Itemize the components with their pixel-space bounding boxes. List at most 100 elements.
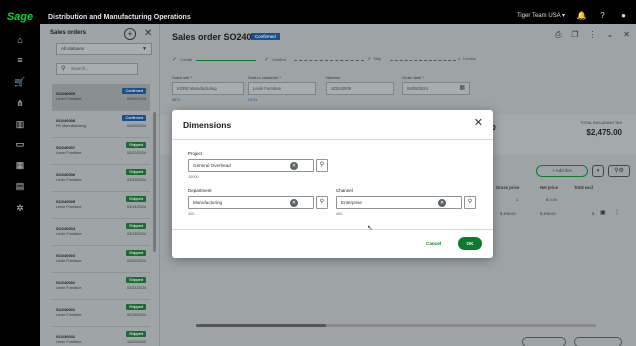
search-placeholder: Search...: [71, 66, 90, 71]
expand-icon[interactable]: ⌄: [607, 30, 614, 40]
order-list-item[interactable]: SO230032 Lenin Furniture Shipped 12/20/2023: [52, 327, 150, 346]
copy-icon[interactable]: ❐: [571, 30, 578, 40]
close-icon[interactable]: ✕: [623, 30, 630, 40]
add-line-button[interactable]: + Add line: [536, 165, 588, 177]
order-date-field[interactable]: 04/09/2024 ▦: [402, 82, 470, 95]
project-lookup-button[interactable]: ⚲: [316, 159, 328, 172]
bottom-action-button[interactable]: [574, 337, 622, 346]
home-icon[interactable]: ⌂: [14, 34, 26, 46]
mouse-cursor-icon: ↖: [367, 225, 373, 232]
inventory-icon[interactable]: ▦: [14, 159, 26, 171]
order-number: SO240007: [56, 145, 76, 150]
department-label: Department: [188, 188, 212, 193]
step-create: ✓ Create: [172, 56, 192, 63]
order-date-value: 04/09/2024: [407, 86, 428, 91]
filter-settings-button[interactable]: ⚲⚙: [608, 165, 630, 177]
project-field[interactable]: General Overhead ✕: [188, 159, 314, 172]
department-value: Manufacturing: [193, 200, 223, 205]
document-icon[interactable]: ▭: [14, 138, 26, 150]
order-customer: Lenin Furniture: [56, 313, 82, 317]
number-field[interactable]: SO240009: [326, 82, 394, 95]
sales-site-link[interactable]: MFG: [172, 98, 180, 102]
bottom-action-button[interactable]: [522, 337, 566, 346]
channel-lookup-button[interactable]: ⚲: [464, 196, 476, 209]
grid-header-gross-price[interactable]: Gross price: [496, 185, 519, 190]
department-field[interactable]: Manufacturing ✕: [188, 196, 314, 209]
top-right-tools: Tiger Team USA ▾ 🔔 ? ●: [517, 11, 628, 20]
order-status-badge: Confirmed: [122, 115, 146, 121]
scrollbar-thumb[interactable]: [196, 324, 326, 327]
user-avatar-icon[interactable]: ●: [619, 11, 628, 20]
total-incl-tax-value: $2,475.00: [586, 128, 622, 137]
order-list-item[interactable]: SO240008 PK Manufacturing Confirmed 04/09/2…: [52, 111, 150, 138]
order-list-item[interactable]: SO240006 Lenin Furniture Shipped 03/19/2024: [52, 165, 150, 192]
order-status-badge: Shipped: [126, 142, 146, 148]
clear-icon[interactable]: ✕: [438, 199, 446, 207]
grid-header-net-price[interactable]: Net price: [540, 185, 558, 190]
order-date: 03/02/2024: [126, 259, 146, 263]
order-list-item[interactable]: SO240005 Lenin Furniture Shipped 03/14/2024: [52, 192, 150, 219]
grid-cell[interactable]: $: [592, 211, 594, 216]
order-number: SO240002: [56, 280, 76, 285]
step-ship: 3 Ship: [368, 56, 382, 61]
order-list-scrollbar[interactable]: [153, 112, 156, 252]
grid-header-total-excl[interactable]: Total excl: [574, 185, 593, 190]
clear-icon[interactable]: ✕: [290, 162, 298, 170]
grid-cell[interactable]: $ 495.00: [540, 211, 556, 216]
grid-cell[interactable]: 1: [516, 197, 518, 202]
menu-icon[interactable]: ≡: [14, 54, 26, 66]
order-date: 02/21/2024: [126, 286, 146, 290]
channel-field[interactable]: Enterprise ✕: [336, 196, 462, 209]
add-line-dropdown-button[interactable]: ▾: [592, 165, 604, 177]
sold-to-link[interactable]: LEO1: [248, 98, 258, 102]
order-list-item[interactable]: SO240002 Lenin Furniture Shipped 02/21/2024: [52, 273, 150, 300]
order-date: 02/15/2024: [126, 313, 146, 317]
close-panel-icon[interactable]: ✕: [144, 28, 152, 39]
ok-button[interactable]: OK: [458, 237, 482, 250]
department-lookup-button[interactable]: ⚲: [316, 196, 328, 209]
order-list-item[interactable]: SO240004 Lenin Furniture Shipped 03/13/2024: [52, 219, 150, 246]
order-list-item[interactable]: SO240001 Lenin Furniture Shipped 02/15/2024: [52, 300, 150, 327]
cancel-button[interactable]: Cancel: [426, 241, 441, 246]
order-date: 04/09/2024: [126, 124, 146, 128]
panel-title: Sales orders: [50, 30, 87, 36]
order-list-item[interactable]: SO240003 Lenin Furniture Shipped 03/02/2024: [52, 246, 150, 273]
status-filter-select[interactable]: All statuses ▼: [56, 43, 152, 55]
hierarchy-icon[interactable]: ⋔: [14, 97, 26, 109]
order-list-item[interactable]: SO240007 Lenin Furniture Shipped 03/20/2024: [52, 138, 150, 165]
grid-cell[interactable]: $ 495.00: [500, 211, 516, 216]
order-number: SO240001: [56, 307, 76, 312]
clear-icon[interactable]: ✕: [290, 199, 298, 207]
add-order-button[interactable]: +: [124, 28, 136, 40]
department-code: 400: [188, 212, 195, 216]
building-icon[interactable]: ▤: [14, 180, 26, 192]
step-invoice: 4 Invoice: [458, 56, 476, 61]
sold-to-field[interactable]: Lenin Furniture: [248, 82, 316, 95]
chart-icon[interactable]: ▥: [14, 118, 26, 130]
calendar-icon[interactable]: ▦: [459, 83, 465, 94]
notifications-icon[interactable]: 🔔: [577, 11, 587, 20]
order-list-item[interactable]: SO240009 Lenin Furniture Confirmed 04/09/20…: [52, 84, 150, 111]
project-label: Project: [188, 151, 203, 156]
total-incl-tax-label: TOTAL INCLUDING TAX: [580, 121, 622, 125]
more-options-icon[interactable]: ⋮: [589, 30, 597, 40]
progress-steps: ✓ Create ✓ Confirm 3 Ship 4 Invoice: [172, 56, 476, 66]
sales-site-label: Sales site *: [172, 75, 193, 80]
grid-cell[interactable]: $ 0.00: [546, 197, 557, 202]
close-icon[interactable]: ✕: [474, 118, 483, 129]
search-input[interactable]: ⚲ Search...: [56, 63, 138, 75]
company-selector[interactable]: Tiger Team USA ▾: [517, 12, 565, 19]
row-detail-icon[interactable]: ▣: [600, 209, 606, 216]
sales-cart-icon[interactable]: 🛒: [14, 76, 26, 88]
order-number: SO240009: [56, 91, 76, 96]
header-actions: ⎙ ❐ ⋮ ⌄ ✕: [555, 30, 630, 40]
check-icon: ✓: [172, 57, 178, 63]
help-icon[interactable]: ?: [598, 11, 607, 20]
sage-logo[interactable]: Sage: [0, 11, 40, 23]
grid-horizontal-scrollbar[interactable]: [196, 324, 596, 327]
print-icon[interactable]: ⎙: [555, 30, 561, 40]
row-more-icon[interactable]: ⋮: [614, 209, 620, 216]
dialog-title: Dimensions: [183, 120, 232, 130]
sales-site-field[interactable]: KORE Manufacturing: [172, 82, 244, 95]
settings-gear-icon[interactable]: ✲: [14, 202, 26, 214]
